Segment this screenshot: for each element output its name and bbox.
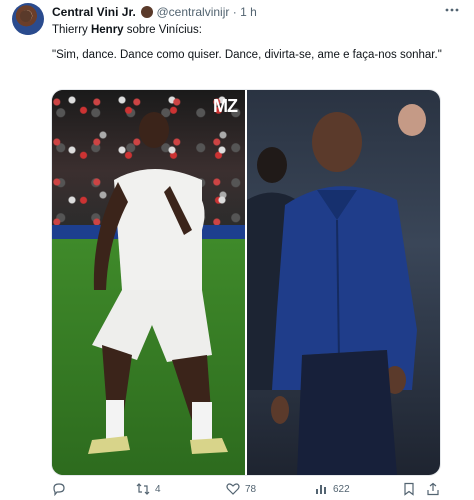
tweet-quote: "Sim, dance. Dance como quiser. Dance, d…	[52, 49, 442, 61]
photo-left[interactable]	[52, 90, 245, 475]
fist-emoji-icon	[141, 6, 154, 18]
reply-button[interactable]	[52, 482, 66, 496]
retweet-icon	[136, 483, 150, 495]
photo-right[interactable]	[247, 90, 440, 475]
tweet[interactable]: Central Vini Jr. @centralvinijr · 1 h Th…	[0, 0, 474, 500]
bookmark-icon	[404, 482, 414, 496]
views-button[interactable]: 622	[314, 482, 350, 496]
tweet-line-1: Thierry Henry sobre Vinícius:	[52, 22, 452, 38]
retweet-button[interactable]: 4	[136, 482, 161, 496]
like-count: 78	[245, 483, 257, 495]
tweet-header: Central Vini Jr. @centralvinijr · 1 h	[52, 4, 474, 20]
line-1-suffix: sobre Vinícius:	[123, 24, 203, 36]
line-1-prefix: Thierry	[52, 24, 91, 36]
share-button[interactable]	[426, 482, 440, 496]
author-handle[interactable]: @centralvinijr	[157, 5, 230, 19]
like-button[interactable]: 78	[226, 482, 256, 496]
coach-figure	[247, 104, 426, 475]
views-icon	[316, 485, 326, 494]
header-separator: ·	[232, 5, 237, 19]
media-watermark: MZ	[213, 96, 238, 116]
reply-icon	[53, 483, 65, 496]
tweet-text: Thierry Henry sobre Vinícius: "Sim, danc…	[52, 22, 452, 72]
avatar[interactable]	[12, 3, 44, 35]
tweet-time[interactable]: 1 h	[240, 5, 257, 19]
more-icon[interactable]	[444, 2, 460, 21]
tweet-actions: 4 78 622	[52, 482, 462, 498]
bookmark-button[interactable]	[402, 482, 416, 496]
heart-icon	[226, 483, 240, 495]
retweet-count: 4	[155, 483, 161, 495]
line-1-bold: Henry	[90, 24, 124, 36]
views-count: 622	[333, 483, 350, 495]
share-icon	[427, 482, 439, 496]
dancing-player-figure	[88, 112, 228, 454]
author-name[interactable]: Central Vini Jr.	[52, 5, 136, 19]
tweet-media[interactable]: MZ	[51, 89, 441, 476]
